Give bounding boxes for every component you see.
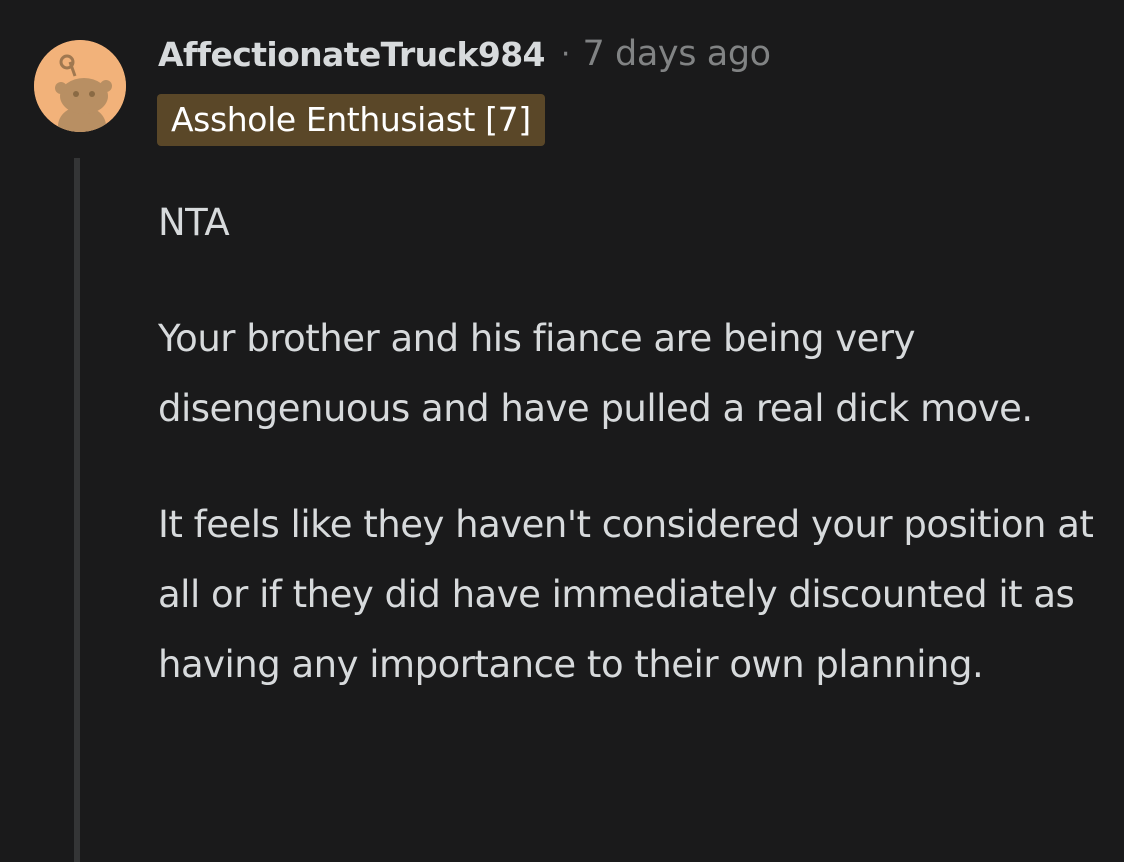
thread-collapse-line[interactable] <box>74 158 80 862</box>
comment-paragraph: Your brother and his fiance are being ve… <box>158 317 1033 430</box>
reddit-snoo-avatar-icon <box>34 40 126 132</box>
comment-body: NTA Your brother and his fiance are bein… <box>158 188 1098 700</box>
comment-paragraph: It feels like they haven't considered yo… <box>158 503 1094 686</box>
meta-separator: · <box>560 36 571 72</box>
user-flair-badge: Asshole Enthusiast [7] <box>157 94 545 146</box>
username-link[interactable]: AffectionateTruck984 <box>158 35 546 74</box>
comment-paragraph: NTA <box>158 201 230 244</box>
comment-timestamp[interactable]: 7 days ago <box>582 34 771 74</box>
user-avatar[interactable] <box>34 40 126 132</box>
comment-meta: AffectionateTruck984 · 7 days ago <box>158 32 771 76</box>
